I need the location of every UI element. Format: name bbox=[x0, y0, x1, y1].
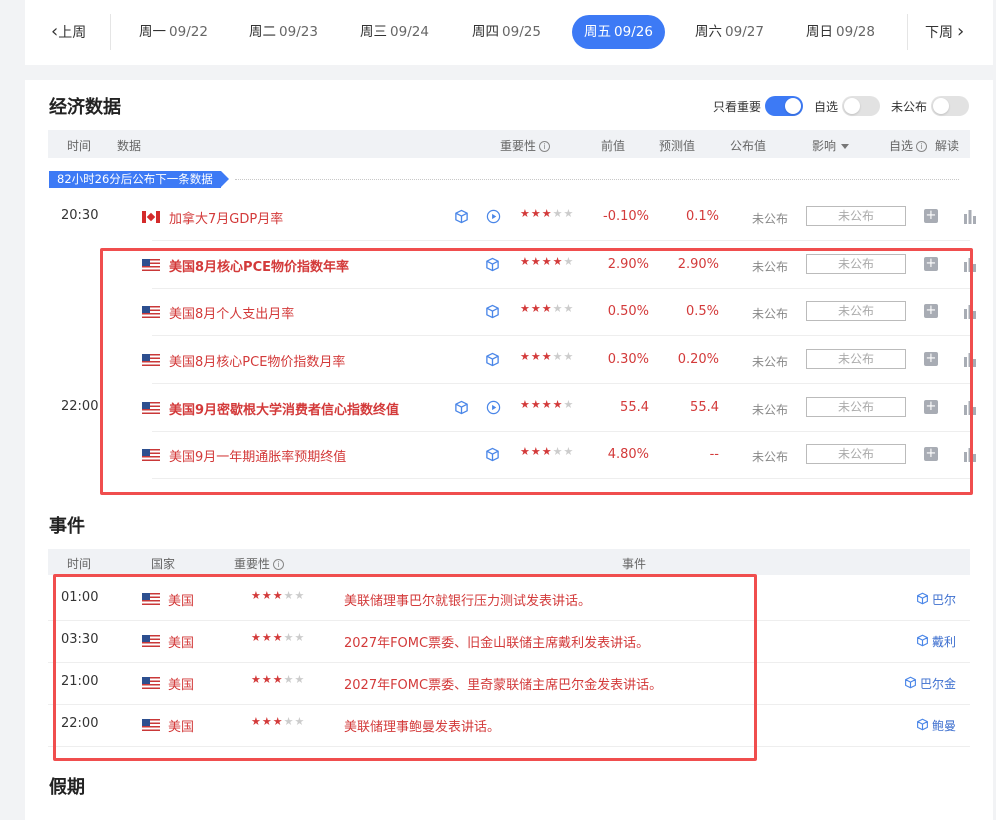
col-interpret: 解读 bbox=[935, 139, 960, 153]
person-link[interactable]: 鲍曼 bbox=[916, 717, 956, 734]
day-weekday: 周五 bbox=[584, 24, 612, 40]
info-icon: i bbox=[273, 559, 285, 570]
day-tab[interactable]: 周五 09/26 bbox=[572, 15, 665, 49]
col-event-importance: 重要性 i bbox=[234, 555, 285, 572]
row-time: 22:00 bbox=[61, 399, 99, 414]
col-actual: 公布值 bbox=[730, 139, 767, 153]
cube-icon bbox=[904, 676, 920, 692]
day-date: 09/27 bbox=[725, 24, 764, 40]
important-filter[interactable]: 只看重要 bbox=[713, 96, 804, 116]
day-date: 09/25 bbox=[502, 24, 541, 40]
date-nav-bar: ‹ 上周 周一 09/22 周二 09/23 周三 09/24 周四 09/25 周五 09/26… bbox=[25, 0, 993, 65]
col-importance: 重要性 i bbox=[500, 137, 551, 154]
unpublished-filter[interactable]: 未公布 bbox=[891, 96, 970, 116]
cube-icon bbox=[916, 718, 932, 734]
col-impact-sort[interactable]: 影响 bbox=[812, 137, 850, 154]
col-forecast: 预测值 bbox=[659, 139, 696, 153]
day-weekday: 周六 bbox=[695, 24, 723, 40]
nav-divider bbox=[110, 14, 111, 50]
person-link[interactable]: 巴尔 bbox=[916, 591, 956, 608]
info-icon: i bbox=[539, 141, 551, 152]
col-data: 数据 bbox=[117, 139, 142, 153]
cube-icon[interactable] bbox=[454, 209, 469, 224]
watch-filter[interactable]: 自选 bbox=[814, 96, 881, 116]
chevron-right-icon: › bbox=[957, 21, 965, 42]
highlight-box bbox=[100, 248, 973, 495]
important-filter-label: 只看重要 bbox=[713, 99, 762, 114]
col-event-time: 时间 bbox=[67, 557, 92, 571]
row-time: 20:30 bbox=[61, 208, 99, 223]
cube-icon bbox=[916, 592, 932, 608]
important-toggle[interactable] bbox=[765, 96, 804, 116]
person-name: 巴尔 bbox=[931, 593, 956, 607]
day-weekday: 周日 bbox=[806, 24, 834, 40]
watch-toggle[interactable] bbox=[842, 96, 881, 116]
col-time: 时间 bbox=[67, 139, 92, 153]
canada-flag-icon bbox=[142, 211, 160, 223]
events-table-header: 时间 国家 重要性 i 事件 bbox=[48, 549, 970, 575]
person-link[interactable]: 戴利 bbox=[916, 633, 956, 650]
unpublished-toggle[interactable] bbox=[931, 96, 970, 116]
table-row[interactable]: 20:30 加拿大7月GDP月率 ★★★★★ -0.10% 0.1% 未公布 未公布 + bbox=[48, 194, 976, 241]
info-icon: i bbox=[916, 141, 928, 152]
economic-section-title: 经济数据 bbox=[49, 97, 121, 118]
day-tab[interactable]: 周日 09/28 bbox=[794, 15, 887, 49]
next-release-banner: 82小时26分后公布下一条数据 bbox=[49, 171, 229, 188]
next-week-label: 下周 bbox=[925, 25, 953, 41]
play-icon[interactable] bbox=[486, 209, 501, 224]
day-date: 09/23 bbox=[279, 24, 318, 40]
day-date: 09/28 bbox=[836, 24, 875, 40]
holidays-section-title: 假期 bbox=[49, 777, 85, 798]
day-tab[interactable]: 周一 09/22 bbox=[127, 15, 220, 49]
prev-value: -0.10% bbox=[603, 209, 649, 224]
day-tab[interactable]: 周三 09/24 bbox=[348, 15, 441, 49]
person-name: 巴尔金 bbox=[919, 677, 956, 691]
day-date: 09/24 bbox=[390, 24, 429, 40]
next-week-button[interactable]: 下周 › bbox=[925, 22, 964, 42]
unpublished-filter-label: 未公布 bbox=[891, 99, 928, 114]
day-weekday: 周一 bbox=[139, 24, 167, 40]
day-weekday: 周三 bbox=[360, 24, 388, 40]
day-date: 09/26 bbox=[614, 24, 653, 40]
col-watch: 自选 i bbox=[889, 137, 928, 154]
col-event-name: 事件 bbox=[622, 557, 647, 571]
person-name: 鲍曼 bbox=[931, 719, 956, 733]
col-event-country: 国家 bbox=[151, 557, 176, 571]
nav-divider bbox=[907, 14, 908, 50]
day-tab[interactable]: 周四 09/25 bbox=[460, 15, 553, 49]
day-tab[interactable]: 周六 09/27 bbox=[683, 15, 776, 49]
row-divider bbox=[152, 240, 970, 241]
cube-icon bbox=[916, 634, 932, 650]
day-date: 09/22 bbox=[169, 24, 208, 40]
day-tab[interactable]: 周二 09/23 bbox=[237, 15, 330, 49]
indicator-name[interactable]: 加拿大7月GDP月率 bbox=[169, 208, 283, 227]
actual-value: 未公布 bbox=[752, 212, 789, 226]
importance-stars: ★★★★★ bbox=[520, 207, 575, 220]
prev-week-button[interactable]: ‹ 上周 bbox=[51, 22, 86, 42]
impact-box: 未公布 bbox=[806, 206, 906, 226]
bar-chart-icon[interactable] bbox=[963, 208, 977, 224]
chevron-left-icon: ‹ bbox=[51, 21, 59, 42]
events-section-title: 事件 bbox=[49, 516, 85, 537]
person-link[interactable]: 巴尔金 bbox=[904, 675, 956, 692]
sort-down-icon bbox=[841, 144, 850, 149]
add-watch-button[interactable]: + bbox=[924, 209, 938, 223]
person-name: 戴利 bbox=[931, 635, 956, 649]
col-prev: 前值 bbox=[601, 139, 626, 153]
day-weekday: 周四 bbox=[472, 24, 500, 40]
calendar-panel: 经济数据 只看重要 自选 未公布 时间 数据 重要性 i 前值 预测值 公布值 影… bbox=[25, 80, 993, 820]
prev-week-label: 上周 bbox=[58, 25, 87, 41]
banner-divider bbox=[235, 179, 959, 180]
economic-table-header: 时间 数据 重要性 i 前值 预测值 公布值 影响 自选 i 解读 bbox=[48, 130, 970, 158]
highlight-box bbox=[53, 574, 757, 761]
day-weekday: 周二 bbox=[249, 24, 277, 40]
watch-filter-label: 自选 bbox=[814, 99, 839, 114]
forecast-value: 0.1% bbox=[685, 209, 719, 224]
